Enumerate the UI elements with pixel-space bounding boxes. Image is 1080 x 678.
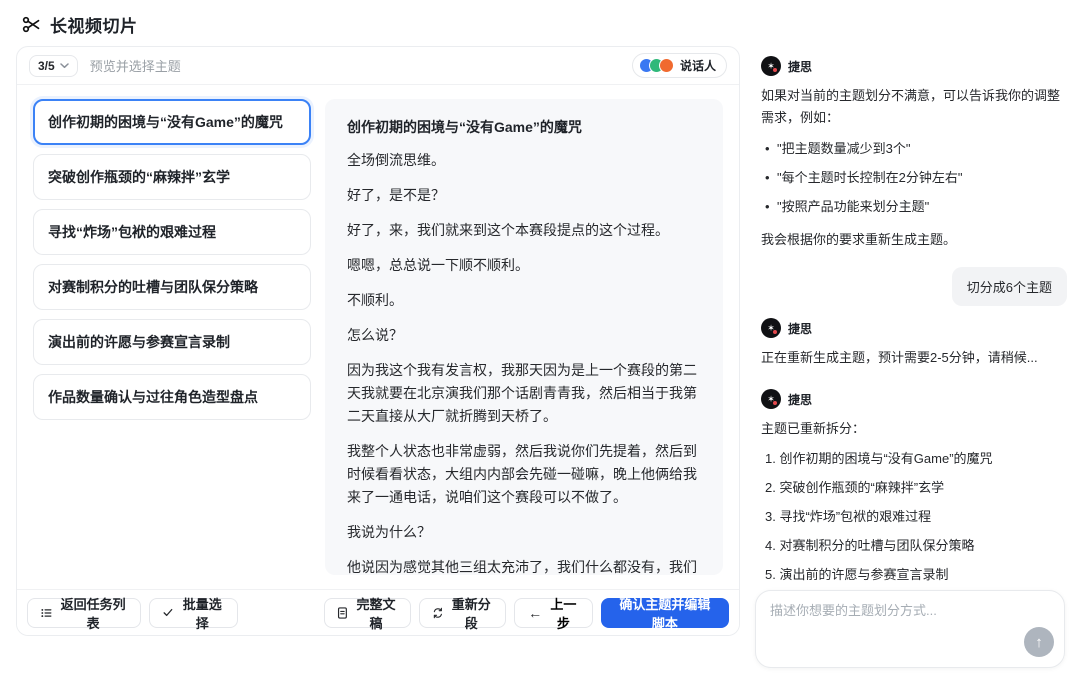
result-lead-text: 主题已重新拆分： <box>761 418 1067 440</box>
document-icon <box>337 606 348 620</box>
speakers-button[interactable]: 说话人 <box>632 53 727 78</box>
back-to-tasks-label: 返回任务列表 <box>58 594 127 632</box>
refresh-icon <box>432 606 444 620</box>
assistant-message-header: ✶ 捷思 <box>761 56 1067 76</box>
resegment-button[interactable]: 重新分段 <box>419 598 506 628</box>
footer-right-group: ← 上一步 确认主题并编辑脚本 <box>514 598 729 628</box>
scissors-icon <box>22 15 41 34</box>
arrow-left-icon: ← <box>528 606 542 620</box>
assistant-name: 捷思 <box>788 391 812 408</box>
speaker-avatars <box>639 58 674 73</box>
chat-input-container: ↑ <box>755 590 1065 668</box>
step-dropdown[interactable]: 3/5 <box>29 55 78 77</box>
toolbar-hint: 预览并选择主题 <box>90 56 181 75</box>
suggestion-list: "把主题数量减少到3个" "每个主题时长控制在2分钟左右" "按照产品功能来划分… <box>763 139 1067 217</box>
back-to-tasks-button[interactable]: 返回任务列表 <box>27 598 141 628</box>
footer-middle-group: 完整文稿 重新分段 <box>324 598 506 628</box>
panel-body: 创作初期的困境与“没有Game”的魔咒 突破创作瓶颈的“麻辣拌”玄学 寻找“炸场… <box>17 85 739 589</box>
full-transcript-button[interactable]: 完整文稿 <box>324 598 410 628</box>
page-title: 长视频切片 <box>50 12 138 37</box>
assistant-intro-outro: 我会根据你的要求重新生成主题。 <box>761 229 1067 251</box>
assistant-avatar: ✶ <box>761 56 781 76</box>
topic-card-2[interactable]: 突破创作瓶颈的“麻辣拌”玄学 <box>33 154 311 200</box>
topic-card-1[interactable]: 创作初期的困境与“没有Game”的魔咒 <box>33 99 311 145</box>
suggestion-item: "按照产品功能来划分主题" <box>763 197 1067 217</box>
send-button[interactable]: ↑ <box>1024 627 1054 657</box>
result-topic-item: 创作初期的困境与“没有Game”的魔咒 <box>765 449 1067 469</box>
panel-toolbar: 3/5 预览并选择主题 说话人 <box>17 47 739 85</box>
prev-step-button[interactable]: ← 上一步 <box>514 598 593 628</box>
transcript-paragraph: 他说因为感觉其他三组太充沛了，我们什么都没有，我们提完这个点大家没有一点想法，对… <box>347 556 701 575</box>
transcript-paragraph: 嗯嗯，总总说一下顺不顺利。 <box>347 254 701 277</box>
user-message-bubble: 切分成6个主题 <box>952 267 1067 306</box>
transcript-paragraph: 我整个人状态也非常虚弱，然后我说你们先提着，然后到时候看看状态，大组内内部会先碰… <box>347 440 701 509</box>
result-topic-item: 演出前的许愿与参赛宣言录制 <box>765 565 1067 582</box>
assistant-message-header: ✶ 捷思 <box>761 318 1067 338</box>
assistant-avatar: ✶ <box>761 389 781 409</box>
topic-card-4[interactable]: 对赛制积分的吐槽与团队保分策略 <box>33 264 311 310</box>
topic-card-5[interactable]: 演出前的许愿与参赛宣言录制 <box>33 319 311 365</box>
transcript-title: 创作初期的困境与“没有Game”的魔咒 <box>347 117 701 137</box>
transcript-panel: 创作初期的困境与“没有Game”的魔咒 全场倒流思维。 好了，是不是？ 好了，来… <box>325 99 723 575</box>
batch-select-button[interactable]: 批量选择 <box>149 598 239 628</box>
transcript-paragraph: 好了，是不是？ <box>347 184 701 207</box>
app-header: 长视频切片 <box>22 12 138 37</box>
topic-list: 创作初期的困境与“没有Game”的魔咒 突破创作瓶颈的“麻辣拌”玄学 寻找“炸场… <box>33 99 311 575</box>
result-topic-item: 对赛制积分的吐槽与团队保分策略 <box>765 536 1067 556</box>
resegment-label: 重新分段 <box>450 594 494 632</box>
assistant-avatar: ✶ <box>761 318 781 338</box>
chat-messages: ✶ 捷思 如果对当前的主题划分不满意，可以告诉我你的调整需求，例如： "把主题数… <box>755 42 1073 582</box>
transcript-paragraph: 因为我这个我有发言权，我那天因为是上一个赛段的第二天我就要在北京演我们那个话剧青… <box>347 359 701 428</box>
assistant-message-intro: ✶ 捷思 如果对当前的主题划分不满意，可以告诉我你的调整需求，例如： "把主题数… <box>761 50 1067 251</box>
speakers-label: 说话人 <box>680 57 716 74</box>
assistant-message-result: ✶ 捷思 主题已重新拆分： 创作初期的困境与“没有Game”的魔咒 突破创作瓶颈… <box>761 383 1067 582</box>
assistant-message-progress: ✶ 捷思 正在重新生成主题，预计需要2-5分钟，请稍候... <box>761 312 1067 369</box>
speaker-avatar-3 <box>659 58 674 73</box>
panel-footer: 返回任务列表 批量选择 完整文稿 <box>17 589 739 635</box>
assistant-message-header: ✶ 捷思 <box>761 389 1067 409</box>
transcript-paragraph: 不顺利。 <box>347 289 701 312</box>
assistant-intro-text: 如果对当前的主题划分不满意，可以告诉我你的调整需求，例如： <box>761 85 1067 129</box>
assistant-progress-text: 正在重新生成主题，预计需要2-5分钟，请稍候... <box>761 347 1067 369</box>
topic-card-6[interactable]: 作品数量确认与过往角色造型盘点 <box>33 374 311 420</box>
suggestion-item: "每个主题时长控制在2分钟左右" <box>763 168 1067 188</box>
list-icon <box>40 606 52 620</box>
result-topic-item: 突破创作瓶颈的“麻辣拌”玄学 <box>765 478 1067 498</box>
full-transcript-label: 完整文稿 <box>354 594 398 632</box>
check-icon <box>162 606 174 619</box>
batch-select-label: 批量选择 <box>179 594 225 632</box>
step-indicator: 3/5 <box>38 59 55 73</box>
topic-card-3[interactable]: 寻找“炸场”包袱的艰难过程 <box>33 209 311 255</box>
transcript-paragraph: 怎么说？ <box>347 324 701 347</box>
transcript-paragraph: 我说为什么？ <box>347 521 701 544</box>
transcript-paragraph: 好了，来，我们就来到这个本赛段提点的这个过程。 <box>347 219 701 242</box>
suggestion-item: "把主题数量减少到3个" <box>763 139 1067 159</box>
result-topic-list: 创作初期的困境与“没有Game”的魔咒 突破创作瓶颈的“麻辣拌”玄学 寻找“炸场… <box>765 449 1067 582</box>
prev-step-label: 上一步 <box>548 594 579 632</box>
confirm-topics-label: 确认主题并编辑脚本 <box>615 594 715 632</box>
assistant-name: 捷思 <box>788 320 812 337</box>
assistant-name: 捷思 <box>788 58 812 75</box>
result-topic-item: 寻找“炸场”包袱的艰难过程 <box>765 507 1067 527</box>
chevron-down-icon <box>60 63 69 69</box>
chat-input[interactable] <box>770 603 1016 618</box>
assistant-chat-panel: ✶ 捷思 如果对当前的主题划分不满意，可以告诉我你的调整需求，例如： "把主题数… <box>755 42 1073 678</box>
transcript-paragraph: 全场倒流思维。 <box>347 149 701 172</box>
main-panel: 3/5 预览并选择主题 说话人 创作初期的困境与“没有Game”的魔咒 突破创作… <box>16 46 740 636</box>
confirm-topics-button[interactable]: 确认主题并编辑脚本 <box>601 598 729 628</box>
arrow-up-icon: ↑ <box>1035 634 1043 651</box>
